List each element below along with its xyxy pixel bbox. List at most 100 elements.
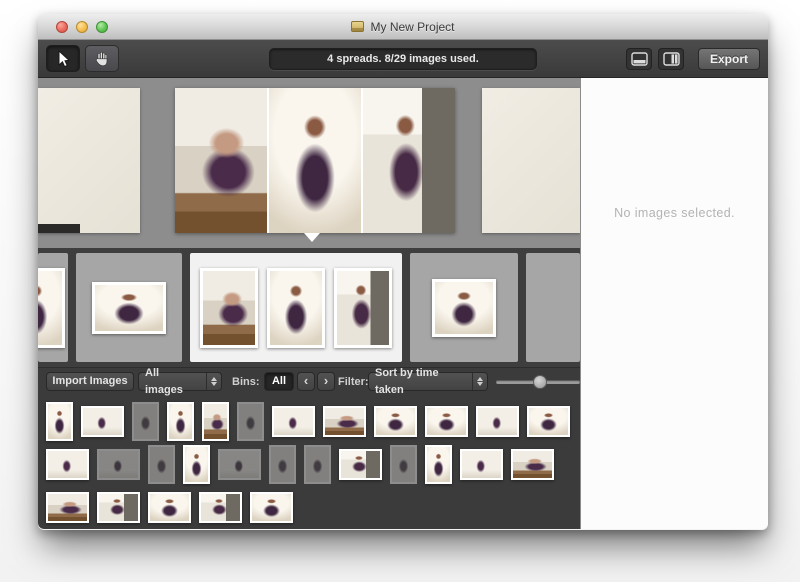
filter-label: Filter:: [338, 376, 369, 388]
next-bin-button[interactable]: ›: [317, 372, 335, 391]
photo-image: [95, 285, 163, 331]
editor-column: Import Images All images Bins: All ‹ › F…: [38, 78, 580, 529]
title-bar[interactable]: My New Project: [38, 14, 768, 40]
filmstrip-spread[interactable]: [190, 253, 402, 362]
filmstrip-spread[interactable]: [526, 253, 580, 362]
filmstrip-photo[interactable]: [432, 279, 496, 337]
pan-tool-button[interactable]: [85, 45, 119, 72]
library-toolbar: Import Images All images Bins: All ‹ › F…: [38, 367, 580, 395]
spread-canvas[interactable]: [38, 78, 580, 248]
current-spread[interactable]: [175, 88, 455, 233]
filmstrip-spread[interactable]: [410, 253, 518, 362]
cursor-arrow-icon: [55, 50, 71, 68]
photo-image: [270, 271, 322, 345]
import-images-button[interactable]: Import Images: [46, 372, 134, 391]
photo-image: [392, 447, 415, 482]
traffic-lights: [56, 21, 108, 33]
hand-icon: [94, 51, 110, 67]
spread-photo[interactable]: [363, 88, 455, 233]
filmstrip-photo[interactable]: [38, 268, 65, 348]
photo-image: [529, 408, 568, 435]
image-thumbnail[interactable]: [167, 402, 194, 441]
sort-dropdown[interactable]: Sort by time taken: [368, 372, 488, 391]
stepper-arrows-icon: [472, 373, 487, 390]
filmstrip-photo[interactable]: [267, 268, 325, 348]
export-button[interactable]: Export: [698, 48, 760, 70]
current-spread-marker-icon: [304, 233, 320, 242]
image-thumbnail[interactable]: [148, 445, 175, 484]
toggle-filmstrip-button[interactable]: [626, 48, 652, 70]
image-thumbnail[interactable]: [527, 406, 570, 437]
image-thumbnail[interactable]: [425, 445, 452, 484]
image-thumbnail[interactable]: [272, 406, 315, 437]
image-thumbnail[interactable]: [304, 445, 331, 484]
photo-image: [48, 404, 71, 439]
sort-value: Sort by time taken: [369, 365, 472, 399]
image-thumbnail[interactable]: [199, 492, 242, 523]
filmstrip-photo[interactable]: [200, 268, 258, 348]
select-tool-button[interactable]: [46, 45, 80, 72]
filmstrip-spread[interactable]: [76, 253, 182, 362]
photo-image: [185, 447, 208, 482]
photo-image: [150, 447, 173, 482]
filmstrip-photo[interactable]: [92, 282, 166, 334]
photo-image: [203, 271, 255, 345]
image-thumbnail[interactable]: [460, 449, 503, 480]
right-panel-icon: [663, 52, 680, 66]
image-thumbnail[interactable]: [339, 449, 382, 480]
photo-image: [478, 408, 517, 435]
toggle-inspector-button[interactable]: [658, 48, 684, 70]
filmstrip[interactable]: [38, 248, 580, 367]
minimize-button[interactable]: [76, 21, 88, 33]
image-thumbnail[interactable]: [425, 406, 468, 437]
photo-image: [427, 447, 450, 482]
image-thumbnail[interactable]: [46, 492, 89, 523]
photo-image: [271, 447, 294, 482]
next-spread-page[interactable]: [482, 88, 580, 233]
image-thumbnail[interactable]: [218, 449, 261, 480]
image-thumbnail[interactable]: [374, 406, 417, 437]
project-icon: [351, 21, 364, 32]
status-bar: 4 spreads. 8/29 images used.: [269, 48, 537, 70]
image-thumbnail[interactable]: [97, 492, 140, 523]
photo-image: [201, 494, 240, 521]
image-thumbnail[interactable]: [250, 492, 293, 523]
spread-photo[interactable]: [269, 88, 361, 233]
image-thumbnail[interactable]: [148, 492, 191, 523]
image-thumbnail[interactable]: [81, 406, 124, 437]
close-button[interactable]: [56, 21, 68, 33]
size-slider-thumb[interactable]: [533, 375, 547, 389]
image-thumbnail[interactable]: [390, 445, 417, 484]
inspector-panel: No images selected.: [580, 78, 768, 529]
thumbnail-row: [46, 486, 580, 529]
photo-image: [325, 408, 364, 435]
image-thumbnail[interactable]: [202, 402, 229, 441]
photo-image: [204, 404, 227, 439]
filmstrip-photo[interactable]: [334, 268, 392, 348]
thumbnail-size-slider[interactable]: [496, 380, 580, 384]
image-thumbnail[interactable]: [237, 402, 264, 441]
filmstrip-spread[interactable]: [38, 253, 68, 362]
previous-bin-button[interactable]: ‹: [297, 372, 315, 391]
image-thumbnail[interactable]: [132, 402, 159, 441]
spread-photo[interactable]: [175, 88, 267, 233]
previous-spread-page[interactable]: [38, 88, 140, 233]
main-toolbar: 4 spreads. 8/29 images used.: [38, 40, 768, 78]
image-thumbnail[interactable]: [46, 449, 89, 480]
image-thumbnail[interactable]: [476, 406, 519, 437]
bins-all-button[interactable]: All: [264, 372, 294, 391]
image-thumbnail[interactable]: [183, 445, 210, 484]
zoom-button[interactable]: [96, 21, 108, 33]
photo-image: [99, 451, 138, 478]
photo-image: [239, 404, 262, 439]
photo-image: [252, 494, 291, 521]
image-thumbnail[interactable]: [511, 449, 554, 480]
thumbnail-grid[interactable]: [38, 395, 580, 529]
image-thumbnail[interactable]: [97, 449, 140, 480]
image-thumbnail[interactable]: [46, 402, 73, 441]
image-thumbnail[interactable]: [269, 445, 296, 484]
photo-image: [274, 408, 313, 435]
images-filter-dropdown[interactable]: All images: [138, 372, 222, 391]
image-thumbnail[interactable]: [323, 406, 366, 437]
photo-image: [48, 451, 87, 478]
